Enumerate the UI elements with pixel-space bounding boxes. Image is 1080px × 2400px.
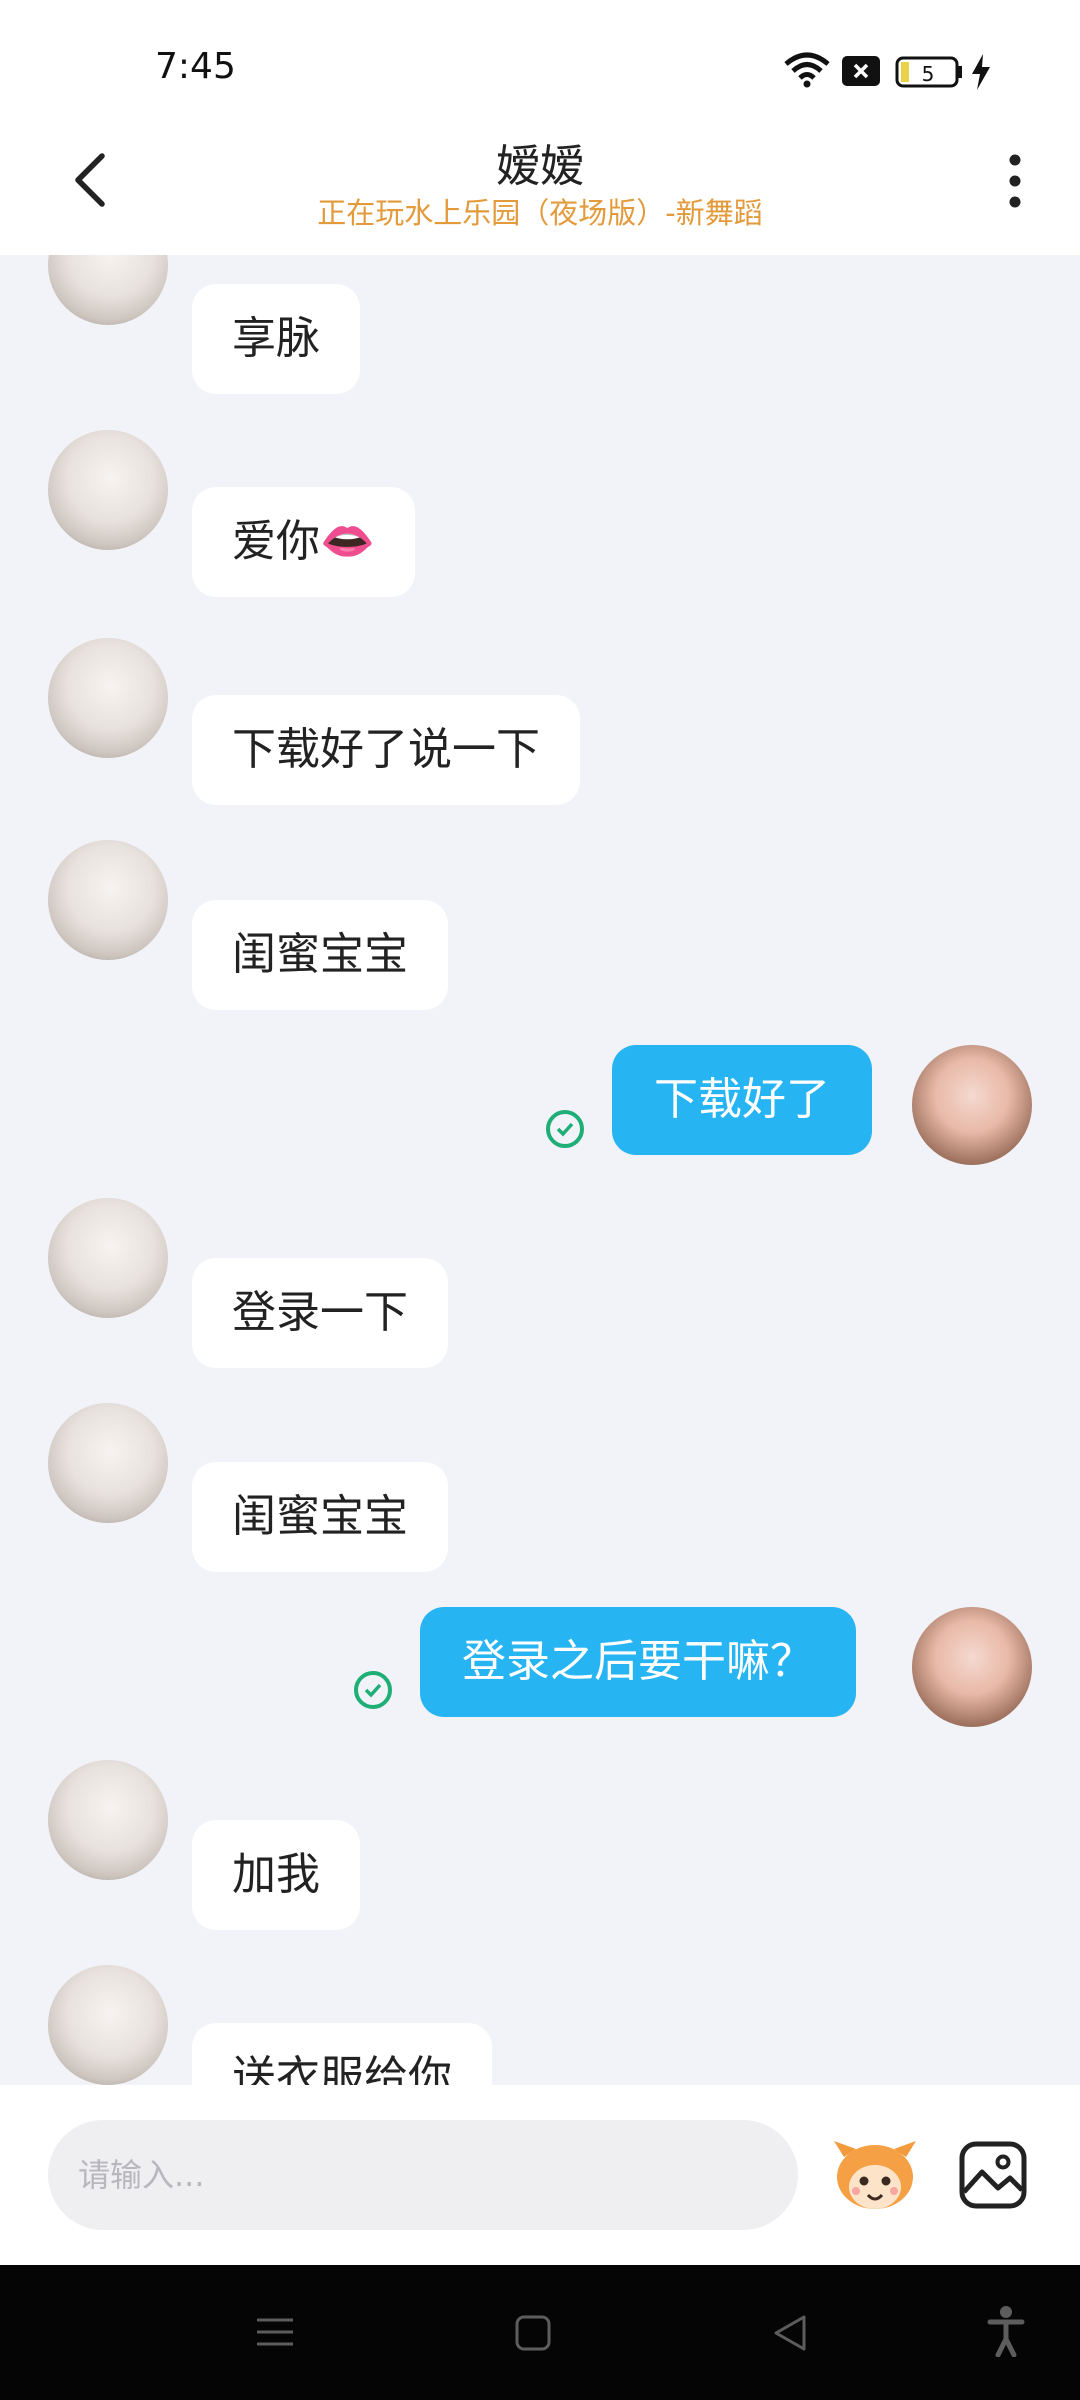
received-message-bubble: 登录一下 [192,1258,448,1368]
my-avatar[interactable] [912,1045,1032,1165]
message-input[interactable]: 请输入... [48,2120,798,2230]
sent-message-bubble: 下载好了 [612,1045,872,1155]
contact-avatar[interactable] [48,430,168,550]
image-picker-icon[interactable] [958,2140,1028,2210]
chat-status-subtitle: 正在玩水上乐园（夜场版）-新舞蹈 [317,196,763,230]
contact-avatar[interactable] [48,1198,168,1318]
contact-avatar[interactable] [48,255,168,325]
wifi-icon [784,52,830,88]
received-message-bubble: 爱你👄 [192,487,415,597]
received-message-bubble: 闺蜜宝宝 [192,1462,448,1572]
contact-avatar[interactable] [48,840,168,960]
no-sim-icon [842,56,880,86]
contact-avatar[interactable] [48,1760,168,1880]
received-message-bubble: 下载好了说一下 [192,695,580,805]
more-options-icon[interactable] [1000,152,1030,212]
back-nav-icon[interactable] [772,2313,808,2353]
received-message-bubble: 加我 [192,1820,360,1930]
battery-icon: 5 [895,56,962,88]
battery-level: 5 [922,62,935,86]
chat-title: 嫒嫒 [496,141,584,192]
received-message-bubble: 享脉 [192,284,360,394]
read-check-icon [354,1671,392,1709]
message-list[interactable]: 享脉 爱你👄 下载好了说一下 闺蜜宝宝 下载好了 登录一下 闺蜜宝宝 登录之后要… [0,255,1080,2085]
accessibility-icon[interactable] [986,2305,1026,2357]
contact-avatar[interactable] [48,1965,168,2085]
menu-nav-icon[interactable] [255,2315,295,2349]
my-avatar[interactable] [912,1607,1032,1727]
contact-avatar[interactable] [48,638,168,758]
sent-message-bubble: 登录之后要干嘛？ [420,1607,856,1717]
received-message-bubble: 送衣服给你 [192,2023,492,2085]
contact-avatar[interactable] [48,1403,168,1523]
status-time: 7:45 [155,46,236,87]
read-check-icon [546,1110,584,1148]
mascot-sticker-icon[interactable] [830,2133,920,2217]
home-nav-icon[interactable] [515,2315,551,2351]
charging-icon [972,54,990,90]
received-message-bubble: 闺蜜宝宝 [192,900,448,1010]
